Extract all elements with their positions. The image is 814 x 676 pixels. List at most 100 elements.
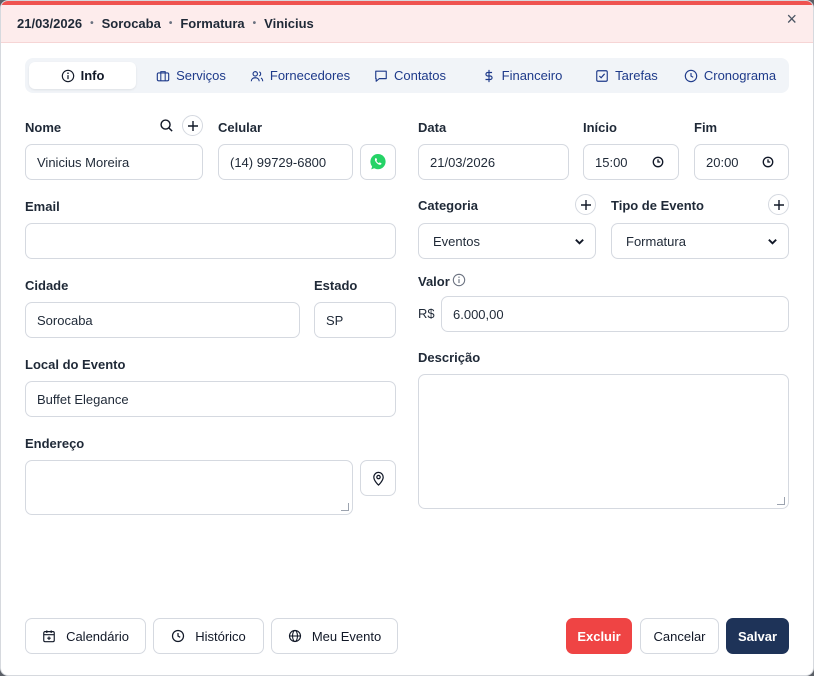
clock-icon [172,629,185,643]
tab-fornecedores[interactable]: Fornecedores [246,62,354,89]
tab-label: Financeiro [501,68,563,83]
tab-label: Cronograma [703,68,777,83]
endereco-textarea[interactable] [25,460,353,515]
resize-handle[interactable] [777,497,785,505]
inicio-input[interactable]: 15:00 [583,144,679,180]
cidade-value: Sorocaba [37,312,93,328]
tab-label: Serviços [176,68,226,83]
header-separator: • [168,18,173,29]
search-client-button[interactable] [156,115,177,136]
fim-input[interactable]: 20:00 [694,144,789,180]
checkbox-icon [596,69,608,82]
meu-evento-label: Meu Evento [311,628,382,644]
tab-label: Contatos [393,68,447,83]
add-categoria-button[interactable] [575,194,596,215]
inicio-label: Início [583,120,617,135]
valor-value: 6.000,00 [453,306,504,322]
descricao-label: Descrição [418,350,481,365]
valor-label: Valor [418,274,450,289]
tab-tarefas[interactable]: Tarefas [578,62,675,89]
valor-currency-prefix: R$ [418,306,435,321]
clock-icon [684,69,698,82]
salvar-label: Salvar [737,628,778,644]
valor-info-button[interactable] [449,270,469,290]
header-client: Vinicius [264,16,314,31]
valor-input[interactable]: 6.000,00 [441,296,789,332]
header-date: 21/03/2026 [17,16,83,31]
tipo-evento-select[interactable]: Formatura [611,223,789,259]
tab-cronograma[interactable]: Cronograma [675,62,785,89]
map-pin-icon [372,471,384,486]
event-modal: 21/03/2026 • Sorocaba • Formatura • Vini… [0,0,814,676]
descricao-textarea[interactable] [418,374,789,509]
globe-icon [288,629,301,643]
tipo-evento-label: Tipo de Evento [611,198,704,213]
nome-label: Nome [25,120,62,135]
tipo-evento-value: Formatura [626,233,686,249]
estado-value: SP [326,312,344,328]
data-label: Data [418,120,447,135]
tab-info[interactable]: Info [29,62,136,89]
search-icon [160,119,173,132]
cidade-label: Cidade [25,278,69,293]
celular-label: Celular [218,120,263,135]
historico-label: Histórico [195,628,246,644]
tab-financeiro[interactable]: Financeiro [466,62,578,89]
data-value: 21/03/2026 [430,154,496,170]
close-icon[interactable]: × [786,9,797,29]
historico-button[interactable]: Histórico [153,618,264,654]
clock-icon[interactable] [762,156,774,168]
header-event-type: Formatura [180,16,245,31]
cancelar-label: Cancelar [653,628,706,644]
chevron-down-icon [575,238,584,245]
email-input[interactable] [25,223,396,259]
tab-label: Fornecedores [269,68,351,83]
calendario-label: Calendário [66,628,129,644]
message-icon [375,70,387,82]
estado-input[interactable]: SP [314,302,396,338]
header-city: Sorocaba [101,16,161,31]
tab-servicos[interactable]: Serviços [136,62,246,89]
calendario-button[interactable]: Calendário [25,618,146,654]
inicio-value: 15:00 [595,154,628,170]
local-input[interactable]: Buffet Elegance [25,381,396,417]
map-location-button[interactable] [360,460,396,496]
dollar-icon [485,69,493,82]
info-icon [452,273,466,287]
header-separator: • [90,18,94,29]
briefcase-icon [156,70,170,81]
chevron-down-icon [768,238,777,245]
clock-icon[interactable] [652,156,664,168]
plus-icon [773,199,784,210]
fim-value: 20:00 [706,154,739,170]
estado-label: Estado [314,278,358,293]
info-icon [61,69,74,82]
data-input[interactable]: 21/03/2026 [418,144,569,180]
categoria-select[interactable]: Eventos [418,223,596,259]
endereco-label: Endereço [25,436,85,451]
tab-label: Tarefas [615,68,658,83]
nome-input[interactable]: Vinicius Moreira [25,144,203,180]
add-tipo-evento-button[interactable] [768,194,789,215]
excluir-label: Excluir [577,628,621,644]
meu-evento-button[interactable]: Meu Evento [271,618,398,654]
salvar-button[interactable]: Salvar [726,618,789,654]
celular-input[interactable]: (14) 99729-6800 [218,144,353,180]
fim-label: Fim [694,120,718,135]
cancelar-button[interactable]: Cancelar [640,618,719,654]
tab-bar: Info Serviços Fornecedores Contatos Fina… [25,58,789,93]
modal-header: 21/03/2026 • Sorocaba • Formatura • Vini… [1,5,813,43]
resize-handle[interactable] [341,503,349,511]
plus-icon [187,120,198,131]
tab-contatos[interactable]: Contatos [354,62,466,89]
whatsapp-button[interactable] [360,144,396,180]
local-value: Buffet Elegance [37,391,129,407]
plus-icon [580,199,591,210]
tab-label: Info [80,68,105,83]
excluir-button[interactable]: Excluir [566,618,632,654]
celular-value: (14) 99729-6800 [230,154,327,170]
add-client-button[interactable] [182,115,203,136]
whatsapp-icon [370,154,386,170]
cidade-input[interactable]: Sorocaba [25,302,300,338]
nome-value: Vinicius Moreira [37,154,130,170]
